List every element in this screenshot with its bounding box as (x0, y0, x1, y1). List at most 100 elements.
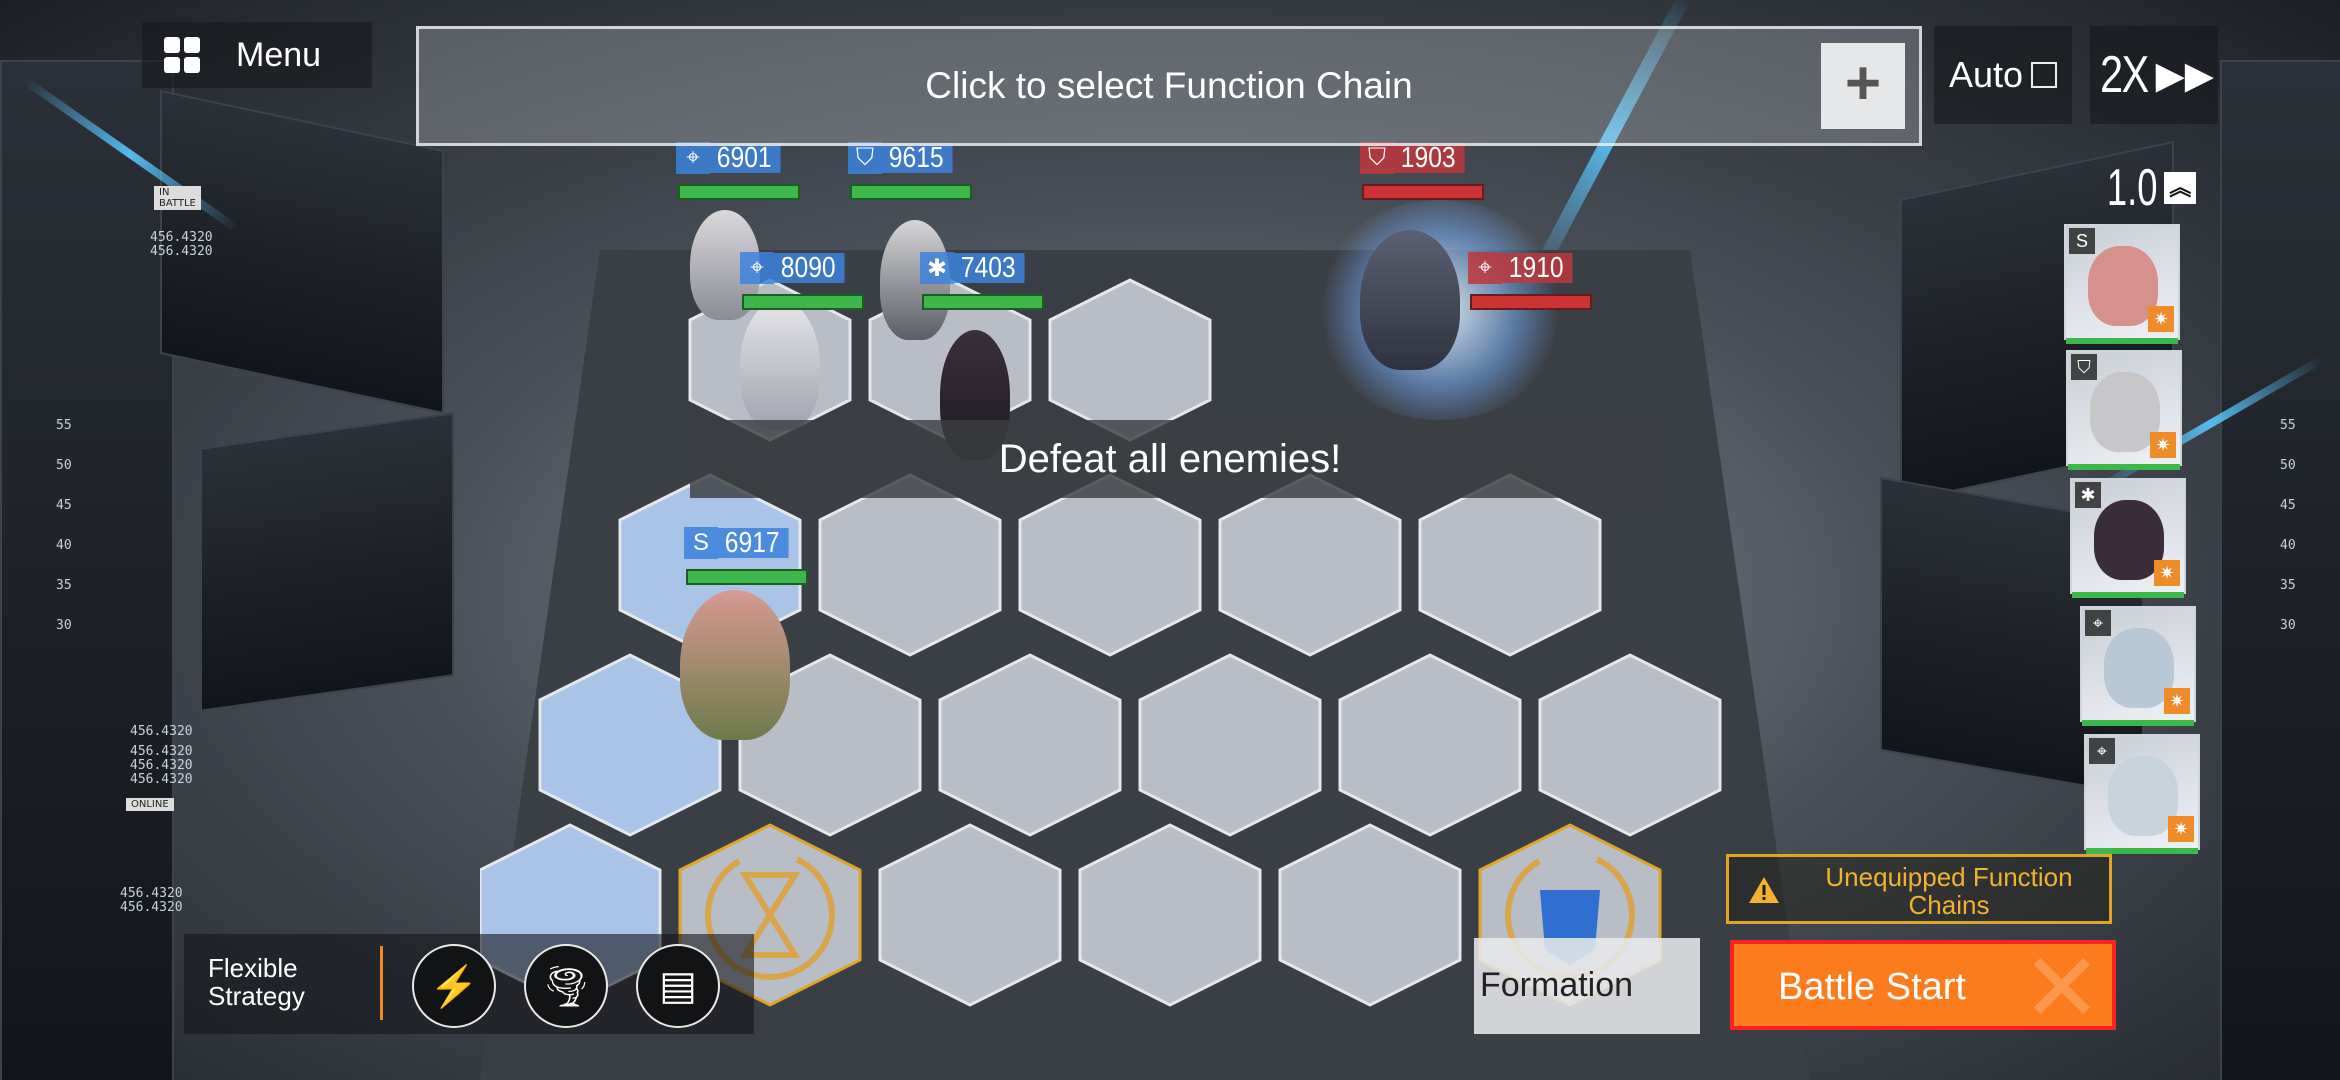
battle-start-label: Battle Start (1778, 966, 1966, 1008)
scale-tick: 45 (2280, 498, 2296, 513)
speed-label: 2X (2099, 46, 2149, 104)
double-chevron-up-icon: ︽ (2164, 172, 2197, 204)
target-icon: ⌖ (740, 252, 774, 284)
dash-skill-icon[interactable]: ⚡ (412, 944, 496, 1028)
scale-tick: 40 (2280, 538, 2296, 553)
scale-tick: 35 (2280, 578, 2296, 593)
tornado-skill-icon[interactable]: 🌪 (524, 944, 608, 1028)
rate-indicator[interactable]: 1.0 ︽ (2096, 158, 2197, 218)
skill-badge-icon: ✷ (2154, 560, 2180, 586)
fast-forward-icon: ▶▶ (2155, 54, 2215, 97)
grid-icon (164, 37, 200, 73)
target-icon: ⌖ (676, 142, 710, 174)
battery-skill-icon[interactable]: ▤ (636, 944, 720, 1028)
formation-button[interactable]: Formation (1474, 938, 1700, 1034)
hp-bar (742, 294, 864, 310)
menu-label: Menu (236, 35, 322, 74)
coord-readout: 456.4320 (120, 886, 183, 901)
divider (380, 946, 383, 1020)
ally-unit-tag: ⌖ 6901 (676, 142, 793, 174)
coord-readout: 456.4320 (130, 772, 193, 787)
ally-character[interactable] (680, 590, 790, 740)
skill-badge-icon: ✷ (2150, 432, 2176, 458)
snowflake-icon: ✱ (920, 252, 954, 284)
hp-bar (850, 184, 972, 200)
warning-text: Unequipped Function Chains (1825, 862, 2073, 920)
scale-tick: 30 (2280, 618, 2296, 633)
coord-readout: 456.4320 (150, 244, 213, 259)
shield-icon: ⛉ (1360, 142, 1394, 174)
left-structure (0, 60, 174, 1080)
skill-badge-icon: ✷ (2148, 306, 2174, 332)
portrait-hp-bar (2072, 592, 2184, 598)
formation-label: Formation (1480, 966, 1634, 1004)
scale-tick: 45 (56, 498, 72, 513)
add-function-chain-button[interactable]: + (1821, 43, 1905, 129)
hp-bar (678, 184, 800, 200)
squad-portrait[interactable]: ⛉ ✷ (2066, 350, 2182, 466)
scale-tick: 50 (2280, 458, 2296, 473)
hp-bar (1470, 294, 1592, 310)
skill-badge-icon: ✷ (2168, 816, 2194, 842)
portrait-hp-bar (2068, 464, 2180, 470)
coord-readout: 456.4320 (130, 724, 193, 739)
menu-button[interactable]: Menu (142, 22, 372, 88)
enemy-character[interactable] (1360, 230, 1460, 370)
objective-banner: Defeat all enemies! (690, 420, 1650, 498)
unequipped-warning[interactable]: Unequipped Function Chains (1726, 854, 2112, 924)
auto-toggle[interactable]: Auto (1934, 26, 2072, 124)
shield-icon: ⛉ (848, 142, 882, 174)
hp-bar (686, 569, 808, 585)
scale-tick: 35 (56, 578, 72, 593)
shield-s-icon: S (2069, 228, 2095, 254)
scale-tick: 55 (56, 418, 72, 433)
hp-bar (1362, 184, 1484, 200)
ally-unit-tag: S 6917 (684, 527, 801, 559)
ally-character[interactable] (740, 300, 820, 430)
in-battle-label: IN BATTLE (154, 186, 201, 210)
coord-readout: 456.4320 (130, 744, 193, 759)
scale-tick: 55 (2280, 418, 2296, 433)
unit-power: 6901 (710, 142, 781, 174)
ally-unit-tag: ⛉ 9615 (848, 142, 965, 174)
squad-portrait[interactable]: ⌖ ✷ (2080, 606, 2196, 722)
ally-unit-tag: ✱ 7403 (920, 252, 1037, 284)
squad-portrait[interactable]: S ✷ (2064, 224, 2180, 340)
squad-portrait[interactable]: ⌖ ✷ (2084, 734, 2200, 850)
left-frame-lower (200, 412, 454, 712)
rate-label: 1.0 (2106, 159, 2158, 217)
portrait-hp-bar (2082, 720, 2194, 726)
coord-readout: 456.4320 (130, 758, 193, 773)
unit-power: 6917 (718, 527, 789, 559)
unit-power: 1910 (1502, 252, 1573, 284)
skill-badge-icon: ✷ (2164, 688, 2190, 714)
shield-s-icon: S (684, 527, 718, 559)
target-icon: ⌖ (2085, 610, 2111, 636)
enemy-unit-tag: ⛉ 1903 (1360, 142, 1477, 174)
function-chain-selector[interactable]: Click to select Function Chain + (416, 26, 1922, 146)
portrait-hp-bar (2066, 338, 2178, 344)
coord-readout: 456.4320 (120, 900, 183, 915)
snowflake-icon: ✱ (2075, 482, 2101, 508)
auto-label: Auto (1948, 54, 2024, 95)
warning-icon (1749, 877, 1779, 903)
crossed-swords-icon: ✕ (2021, 940, 2102, 1030)
speed-toggle[interactable]: 2X ▶▶ (2090, 26, 2218, 124)
shield-icon: ⛉ (2071, 354, 2097, 380)
online-label: ONLINE (126, 798, 174, 811)
function-chain-prompt: Click to select Function Chain (925, 65, 1413, 106)
enemy-unit-tag: ⌖ 1910 (1468, 252, 1585, 284)
scale-tick: 50 (56, 458, 72, 473)
unit-power: 8090 (774, 252, 845, 284)
strategy-panel: Flexible Strategy ⚡ 🌪 ▤ (184, 934, 754, 1034)
hp-bar (922, 294, 1044, 310)
auto-checkbox[interactable] (2031, 62, 2058, 88)
unit-power: 7403 (954, 252, 1025, 284)
objective-text: Defeat all enemies! (998, 436, 1342, 481)
squad-portrait[interactable]: ✱ ✷ (2070, 478, 2186, 594)
strategy-label: Flexible Strategy (208, 953, 305, 1011)
scale-tick: 30 (56, 618, 72, 633)
unit-power: 9615 (882, 142, 953, 174)
target-icon: ⌖ (1468, 252, 1502, 284)
battle-start-button[interactable]: Battle Start ✕ (1730, 940, 2116, 1030)
